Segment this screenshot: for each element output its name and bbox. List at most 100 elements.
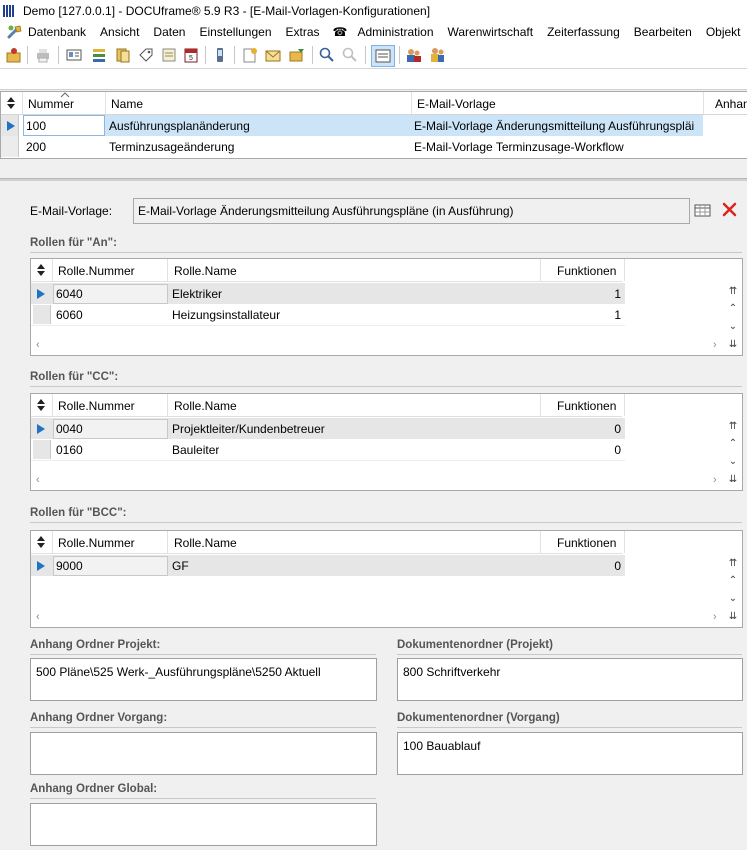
detail-view-toggle[interactable] (371, 45, 395, 67)
cell-vorlage: E-Mail-Vorlage Terminzusage-Workflow (414, 140, 624, 154)
cell-name: Terminzusageänderung (109, 140, 235, 154)
col-email-vorlage[interactable]: E-Mail-Vorlage (417, 97, 496, 111)
table-row[interactable]: 9000 GF 0 (31, 555, 625, 576)
scroll-right-icon[interactable]: › (713, 339, 717, 353)
scroll-up-icon[interactable]: ⌃ (727, 438, 739, 450)
users-icon[interactable] (405, 46, 423, 64)
scroll-down-icon[interactable]: ⌄ (727, 593, 739, 605)
col-funktionen[interactable]: Funktionen (557, 536, 616, 550)
search-icon[interactable] (318, 46, 336, 64)
menu-bar: Datenbank Ansicht Daten Einstellungen Ex… (0, 21, 747, 42)
table-row[interactable]: 0040 Projektleiter/Kundenbetreuer 0 (31, 418, 625, 439)
scroll-top-icon[interactable]: ⇈ (727, 286, 739, 298)
col-rolle-nummer[interactable]: Rolle.Nummer (58, 536, 135, 550)
print-icon[interactable] (34, 46, 52, 64)
scroll-left-icon[interactable]: ‹ (36, 339, 40, 353)
menu-bearbeiten[interactable]: Bearbeiten (627, 25, 699, 39)
delete-icon[interactable] (721, 201, 738, 218)
vertical-scrollbar[interactable]: ⇈ ⌃ ⌄ ⇊ (726, 555, 740, 625)
address-card-icon[interactable] (65, 46, 83, 64)
dok-vorgang-field[interactable]: 100 Bauablauf (397, 732, 743, 775)
menu-extras[interactable]: Extras (279, 25, 327, 39)
dok-projekt-field[interactable]: 800 Schriftverkehr (397, 658, 743, 701)
menu-ansicht[interactable]: Ansicht (93, 25, 146, 39)
menu-daten[interactable]: Daten (146, 25, 192, 39)
vertical-scrollbar[interactable]: ⇈ ⌃ ⌄ ⇊ (726, 418, 740, 488)
anhang-global-field[interactable] (30, 803, 377, 846)
new-document-icon[interactable] (241, 46, 259, 64)
col-funktionen[interactable]: Funktionen (557, 399, 616, 413)
phone-icon[interactable]: ☎ (327, 25, 351, 39)
col-rolle-name[interactable]: Rolle.Name (174, 536, 237, 550)
scroll-bottom-icon[interactable]: ⇊ (727, 339, 739, 351)
scroll-down-icon[interactable]: ⌄ (727, 321, 739, 333)
cell-funktionen: 1 (614, 308, 621, 322)
cell-nummer: 200 (26, 140, 47, 154)
scroll-top-icon[interactable]: ⇈ (727, 421, 739, 433)
table-row[interactable]: 0160 Bauleiter 0 (31, 439, 625, 461)
splitter[interactable] (0, 178, 747, 181)
scroll-right-icon[interactable]: › (713, 611, 717, 625)
col-nummer[interactable]: Nummer (28, 97, 74, 111)
scroll-down-icon[interactable]: ⌄ (727, 456, 739, 468)
menu-zeiterfassung[interactable]: Zeiterfassung (540, 25, 627, 39)
col-rolle-nummer[interactable]: Rolle.Nummer (58, 264, 135, 278)
tools-icon[interactable] (7, 24, 23, 39)
column-chooser-icon[interactable] (5, 96, 17, 110)
dok-projekt-value: 800 Schriftverkehr (403, 665, 501, 679)
app-icon (3, 4, 17, 17)
col-anhang[interactable]: Anhan (715, 97, 747, 111)
table-row[interactable]: 6040 Elektriker 1 (31, 283, 625, 304)
column-chooser-icon[interactable] (35, 535, 47, 549)
current-row-marker (37, 561, 45, 571)
menu-objekt[interactable]: Objekt (699, 25, 747, 39)
col-rolle-name[interactable]: Rolle.Name (174, 399, 237, 413)
notes-icon[interactable] (160, 46, 178, 64)
col-rolle-nummer[interactable]: Rolle.Nummer (58, 399, 135, 413)
cell-nummer: 0160 (56, 443, 83, 457)
col-funktionen[interactable]: Funktionen (557, 264, 616, 278)
current-row-marker (37, 424, 45, 434)
cell-name: Bauleiter (172, 443, 220, 457)
menu-warenwirtschaft[interactable]: Warenwirtschaft (441, 25, 541, 39)
filter-bar[interactable] (0, 69, 747, 90)
scroll-left-icon[interactable]: ‹ (36, 474, 40, 488)
cell-funktionen: 0 (614, 559, 621, 573)
scroll-up-icon[interactable]: ⌃ (727, 575, 739, 587)
column-chooser-icon[interactable] (35, 398, 47, 412)
tag-icon[interactable] (137, 46, 155, 64)
scroll-right-icon[interactable]: › (713, 474, 717, 488)
select-table-icon[interactable] (694, 202, 711, 219)
menu-administration[interactable]: Administration (350, 25, 440, 39)
window-title: Demo [127.0.0.1] - DOCUframe® 5.9 R3 - [… (23, 3, 431, 18)
table-row[interactable]: 6060 Heizungsinstallateur 1 (31, 304, 625, 326)
col-name[interactable]: Name (111, 97, 143, 111)
vertical-scrollbar[interactable]: ⇈ ⌃ ⌄ ⇊ (726, 283, 740, 353)
col-rolle-name[interactable]: Rolle.Name (174, 264, 237, 278)
dok-vorgang-value: 100 Bauablauf (403, 739, 481, 753)
scroll-bottom-icon[interactable]: ⇊ (727, 474, 739, 486)
scroll-up-icon[interactable]: ⌃ (727, 303, 739, 315)
table-row[interactable]: 100 Ausführungsplanänderung E-Mail-Vorla… (1, 115, 747, 136)
documents-icon[interactable] (114, 46, 132, 64)
rollen-cc-label: Rollen für "CC": (30, 371, 119, 383)
vorlage-field[interactable]: E-Mail-Vorlage Änderungsmitteilung Ausfü… (133, 198, 690, 224)
column-chooser-icon[interactable] (35, 263, 47, 277)
user-group-icon[interactable] (428, 46, 446, 64)
mail-icon[interactable] (264, 46, 282, 64)
calendar-icon[interactable]: 5 (182, 46, 200, 64)
current-row-marker (7, 121, 15, 131)
list-icon[interactable] (90, 46, 108, 64)
user-folder-icon[interactable] (5, 46, 23, 64)
menu-einstellungen[interactable]: Einstellungen (192, 25, 278, 39)
scroll-left-icon[interactable]: ‹ (36, 611, 40, 625)
scroll-top-icon[interactable]: ⇈ (727, 558, 739, 570)
anhang-global-label: Anhang Ordner Global: (30, 783, 158, 795)
scroll-bottom-icon[interactable]: ⇊ (727, 611, 739, 623)
anhang-vorgang-field[interactable] (30, 732, 377, 775)
cell-name: Heizungsinstallateur (172, 308, 281, 322)
anhang-projekt-field[interactable]: 500 Pläne\525 Werk-_Ausführungspläne\525… (30, 658, 377, 701)
folder-arrow-icon[interactable] (288, 46, 306, 64)
phone-device-icon[interactable] (211, 46, 229, 64)
table-row[interactable]: 200 Terminzusageänderung E-Mail-Vorlage … (1, 136, 747, 157)
